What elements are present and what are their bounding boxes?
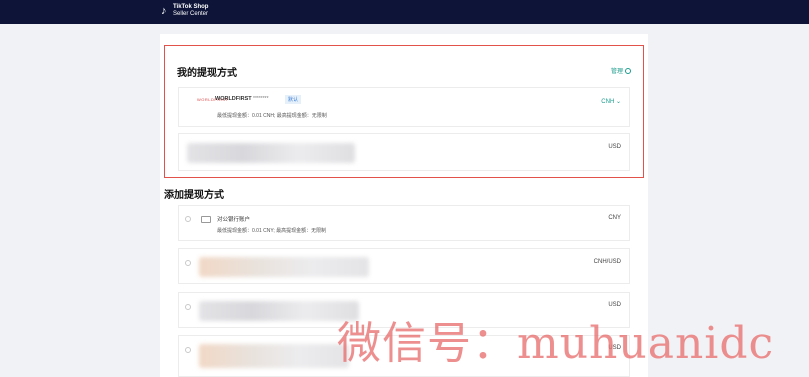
- top-navigation-bar: ♪ TikTok Shop Seller Center: [0, 0, 809, 24]
- second-method-row[interactable]: USD: [178, 133, 630, 171]
- chevron-down-icon: ⌄: [615, 99, 621, 105]
- worldfirst-limits: 最低提现金额：0.01 CNH; 最高提现金额：无限制: [217, 113, 327, 119]
- wechat-watermark: 微信号：muhuanidc: [337, 318, 775, 369]
- gear-icon: [625, 67, 632, 74]
- blurred-method-info: [199, 344, 349, 368]
- my-methods-title: 我的提现方式: [177, 68, 237, 79]
- add-methods-title: 添加提现方式: [164, 190, 224, 201]
- brand-line-2: Seller Center: [173, 11, 209, 17]
- blurred-method-info: [199, 301, 359, 321]
- blurred-method-info: [199, 257, 369, 277]
- blurred-account-info: [187, 143, 355, 163]
- method-currency: CNH/USD: [593, 259, 621, 265]
- manage-label: 管理: [611, 69, 624, 75]
- tiktok-icon: ♪: [161, 4, 167, 17]
- default-badge: 默认: [285, 95, 302, 104]
- radio-button[interactable]: [185, 347, 191, 353]
- tiktok-shop-logo[interactable]: ♪ TikTok Shop Seller Center: [161, 4, 208, 18]
- brand-line-1: TikTok Shop: [173, 4, 209, 10]
- method-currency: CNY: [608, 215, 621, 221]
- method-limits: 最低提现金额：0.01 CNY; 最高提现金额：无限制: [217, 228, 327, 234]
- second-method-currency: USD: [608, 144, 621, 150]
- bank-card-icon: [201, 216, 211, 223]
- manage-link[interactable]: 管理: [611, 66, 632, 75]
- method-name: 对公银行账户: [217, 217, 251, 223]
- add-method-row-corporate-bank[interactable]: 对公银行账户 最低提现金额：0.01 CNY; 最高提现金额：无限制 CNY: [178, 205, 630, 241]
- masked-account-number: ********: [253, 96, 269, 102]
- worldfirst-name: WORLDFIRST: [215, 96, 252, 102]
- add-method-row-2[interactable]: CNH/USD: [178, 248, 630, 284]
- radio-button[interactable]: [185, 260, 191, 266]
- radio-button[interactable]: [185, 216, 191, 222]
- brand-text: TikTok Shop Seller Center: [173, 4, 208, 18]
- currency-value: CNH: [601, 99, 615, 105]
- worldfirst-method-row[interactable]: WORLDFIRST WORLDFIRST ******** 默认 最低提现金额…: [178, 87, 630, 127]
- currency-selector[interactable]: CNH ⌄: [601, 98, 621, 105]
- radio-button[interactable]: [185, 304, 191, 310]
